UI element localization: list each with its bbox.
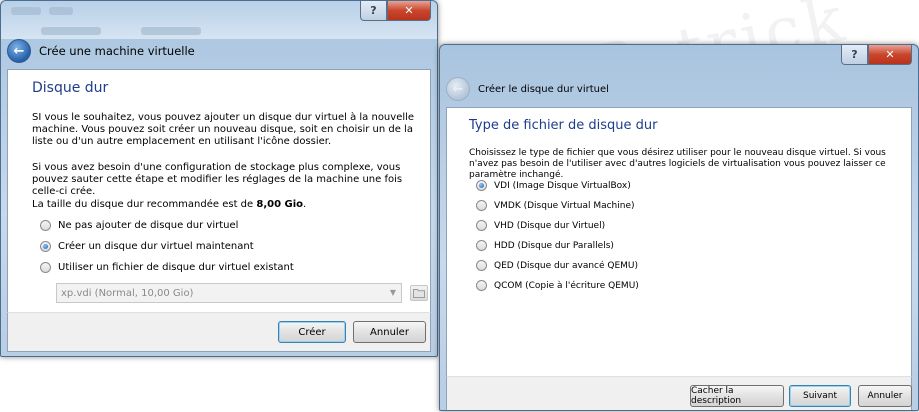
cancel-button[interactable]: Annuler — [858, 385, 912, 407]
option-label: VDI (Image Disque VirtualBox) — [494, 180, 631, 191]
dialog-title: Crée une machine virtuelle — [39, 44, 195, 58]
page-title: Disque dur — [32, 80, 109, 96]
button-bar: Cacher la description Suivant Annuler — [446, 376, 912, 410]
radio-vmdk[interactable] — [476, 200, 487, 211]
option-create-disk[interactable]: Créer un disque dur virtuel maintenant — [40, 241, 254, 252]
recommended-size: La taille du disque dur recommandée est … — [32, 199, 306, 211]
chevron-down-icon: ▼ — [389, 288, 396, 297]
create-disk-dialog: ? ✕ ← Créer le disque dur virtuel Type d… — [439, 44, 919, 411]
radio-hdd[interactable] — [476, 240, 487, 251]
wizard-page: Type de fichier de disque dur Choisissez… — [446, 107, 912, 377]
description-2: Si vous avez besoin d'une configuration … — [32, 162, 403, 197]
recommend-suffix: . — [303, 199, 307, 210]
button-bar: Créer Annuler — [7, 312, 431, 352]
radio-existing-disk[interactable] — [40, 262, 51, 273]
recommend-value: 8,00 Gio — [256, 199, 304, 210]
radio-qcow[interactable] — [476, 280, 487, 291]
title-buttons: ? ✕ — [841, 45, 912, 65]
create-vm-dialog: ? ✕ ← Crée une machine virtuelle Disque … — [0, 0, 438, 357]
radio-vhd[interactable] — [476, 220, 487, 231]
back-arrow-icon[interactable]: ← — [446, 77, 470, 101]
close-button[interactable]: ✕ — [868, 45, 912, 65]
option-label: QED (Disque dur avancé QEMU) — [494, 260, 639, 271]
hide-description-button[interactable]: Cacher la description — [690, 385, 784, 407]
help-button[interactable]: ? — [360, 1, 387, 21]
wizard-header: ← Crée une machine virtuelle — [7, 39, 431, 63]
option-label: Créer un disque dur virtuel maintenant — [58, 241, 254, 252]
option-label: Ne pas ajouter de disque dur virtuel — [58, 220, 239, 231]
option-existing-disk[interactable]: Utiliser un fichier de disque dur virtue… — [40, 262, 294, 273]
cancel-button[interactable]: Annuler — [353, 321, 426, 343]
option-hdd[interactable]: HDD (Disque dur Parallels) — [476, 240, 614, 251]
back-arrow-icon[interactable]: ← — [7, 39, 31, 63]
option-vmdk[interactable]: VMDK (Disque Virtual Machine) — [476, 200, 635, 211]
folder-icon[interactable] — [410, 285, 428, 301]
option-label: Utiliser un fichier de disque dur virtue… — [58, 262, 294, 273]
title-buttons: ? ✕ — [360, 1, 431, 21]
radio-create-disk[interactable] — [40, 241, 51, 252]
existing-disk-combo[interactable]: xp.vdi (Normal, 10,00 Gio) ▼ — [56, 283, 402, 303]
radio-vdi[interactable] — [476, 180, 487, 191]
recommend-prefix: La taille du disque dur recommandée est … — [32, 199, 257, 210]
wizard-page: Disque dur SI vous le souhaitez, vous po… — [7, 69, 431, 313]
combo-value: xp.vdi (Normal, 10,00 Gio) — [61, 287, 194, 299]
option-label: QCOM (Copie à l'écriture QEMU) — [494, 280, 639, 291]
wizard-header: ← Créer le disque dur virtuel — [446, 77, 912, 101]
create-button[interactable]: Créer — [278, 321, 346, 343]
option-vhd[interactable]: VHD (Disque dur Virtuel) — [476, 220, 605, 231]
radio-no-disk[interactable] — [40, 220, 51, 231]
page-title: Type de fichier de disque dur — [469, 118, 658, 133]
option-label: VHD (Disque dur Virtuel) — [494, 220, 606, 231]
option-qed[interactable]: QED (Disque dur avancé QEMU) — [476, 260, 638, 271]
radio-qed[interactable] — [476, 260, 487, 271]
dialog-title: Créer le disque dur virtuel — [478, 83, 609, 95]
description-1: SI vous le souhaitez, vous pouvez ajoute… — [32, 112, 415, 147]
option-label: VMDK (Disque Virtual Machine) — [494, 200, 635, 211]
description: Choisissez le type de fichier que vous d… — [469, 148, 886, 180]
option-label: HDD (Disque dur Parallels) — [494, 240, 614, 251]
option-qcow[interactable]: QCOM (Copie à l'écriture QEMU) — [476, 280, 639, 291]
option-no-disk[interactable]: Ne pas ajouter de disque dur virtuel — [40, 220, 238, 231]
next-button[interactable]: Suivant — [789, 385, 851, 407]
option-vdi[interactable]: VDI (Image Disque VirtualBox) — [476, 180, 631, 191]
close-button[interactable]: ✕ — [387, 1, 431, 21]
help-button[interactable]: ? — [841, 45, 868, 65]
